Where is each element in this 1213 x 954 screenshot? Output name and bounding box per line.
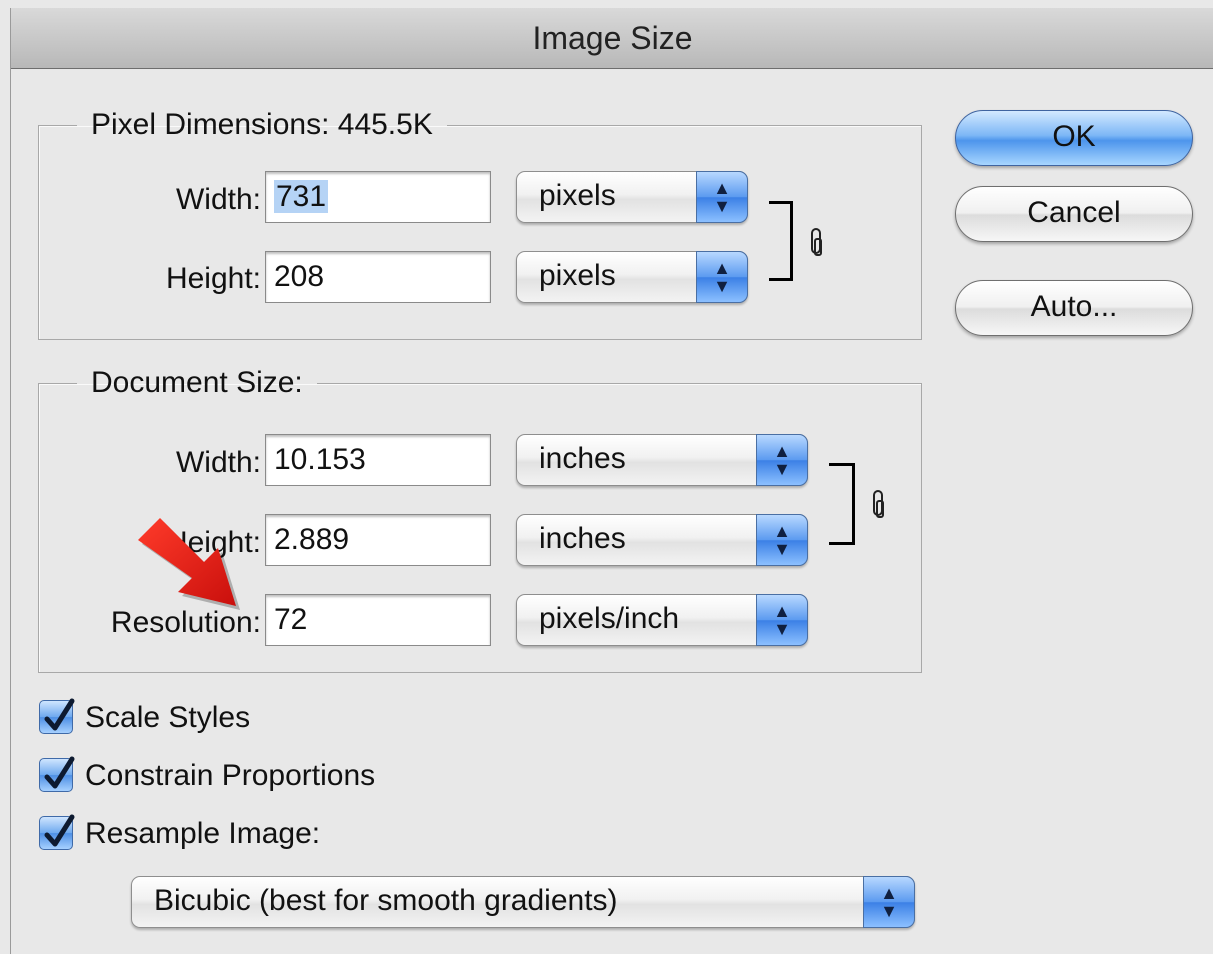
resample-image-option[interactable]: Resample Image: — [39, 814, 399, 854]
constrain-proportions-checkbox[interactable] — [39, 756, 75, 792]
up-down-arrows-icon: ▲ ▼ — [863, 876, 915, 928]
resolution-value: 72 — [274, 603, 308, 636]
resample-method-select[interactable]: Bicubic (best for smooth gradients) ▲ ▼ — [131, 876, 915, 928]
resample-method-value: Bicubic (best for smooth gradients) — [154, 884, 618, 917]
scale-styles-checkbox[interactable] — [39, 698, 75, 734]
pixel-height-input[interactable]: 208 — [265, 251, 491, 303]
doc-height-value: 2.889 — [274, 523, 350, 556]
resample-image-checkbox[interactable] — [39, 814, 75, 850]
pixel-link-bracket — [769, 201, 793, 281]
checkmark-icon — [44, 814, 75, 847]
ok-button[interactable]: OK — [955, 110, 1193, 166]
doc-height-unit-select[interactable]: inches ▲ ▼ — [516, 514, 808, 566]
checkmark-icon — [44, 756, 75, 789]
pixel-height-unit-select[interactable]: pixels ▲ ▼ — [516, 251, 748, 303]
constrain-proportions-option[interactable]: Constrain Proportions — [39, 756, 459, 796]
scale-styles-option[interactable]: Scale Styles — [39, 698, 339, 738]
chain-link-icon — [811, 228, 822, 256]
doc-width-value: 10.153 — [274, 443, 366, 476]
up-down-arrows-icon: ▲ ▼ — [756, 594, 808, 646]
pixel-width-unit: pixels — [539, 179, 616, 212]
cancel-button[interactable]: Cancel — [955, 186, 1193, 242]
document-size-legend: Document Size: — [91, 366, 303, 399]
checkmark-icon — [44, 698, 75, 731]
pixel-dimensions-legend: Pixel Dimensions: 445.5K — [91, 108, 433, 141]
dialog-title: Image Size — [11, 8, 1213, 69]
up-down-arrows-icon: ▲ ▼ — [756, 514, 808, 566]
scale-styles-label: Scale Styles — [85, 701, 251, 734]
pixel-height-value: 208 — [274, 260, 325, 293]
doc-height-unit: inches — [539, 522, 626, 555]
resolution-input[interactable]: 72 — [265, 594, 491, 646]
constrain-proportions-label: Constrain Proportions — [85, 759, 376, 792]
pixel-width-label: Width: — [175, 183, 261, 216]
resample-image-label: Resample Image: — [85, 817, 321, 850]
up-down-arrows-icon: ▲ ▼ — [696, 171, 748, 223]
pixel-width-value: 731 — [274, 180, 329, 213]
doc-width-input[interactable]: 10.153 — [265, 434, 491, 486]
pixel-height-unit: pixels — [539, 259, 616, 292]
resolution-unit: pixels/inch — [539, 602, 680, 635]
image-size-dialog: Image Size Pixel Dimensions: 445.5K Widt… — [10, 8, 1213, 954]
red-arrow-icon — [138, 518, 240, 610]
resolution-unit-select[interactable]: pixels/inch ▲ ▼ — [516, 594, 808, 646]
auto-button[interactable]: Auto... — [955, 280, 1193, 336]
doc-width-label: Width: — [175, 446, 261, 479]
up-down-arrows-icon: ▲ ▼ — [696, 251, 748, 303]
pixel-height-label: Height: — [165, 262, 261, 295]
document-link-bracket — [829, 463, 855, 545]
doc-width-unit: inches — [539, 442, 626, 475]
doc-width-unit-select[interactable]: inches ▲ ▼ — [516, 434, 808, 486]
chain-link-icon — [873, 490, 884, 518]
pixel-width-input[interactable]: 731 — [265, 171, 491, 223]
doc-height-input[interactable]: 2.889 — [265, 514, 491, 566]
up-down-arrows-icon: ▲ ▼ — [756, 434, 808, 486]
pixel-width-unit-select[interactable]: pixels ▲ ▼ — [516, 171, 748, 223]
